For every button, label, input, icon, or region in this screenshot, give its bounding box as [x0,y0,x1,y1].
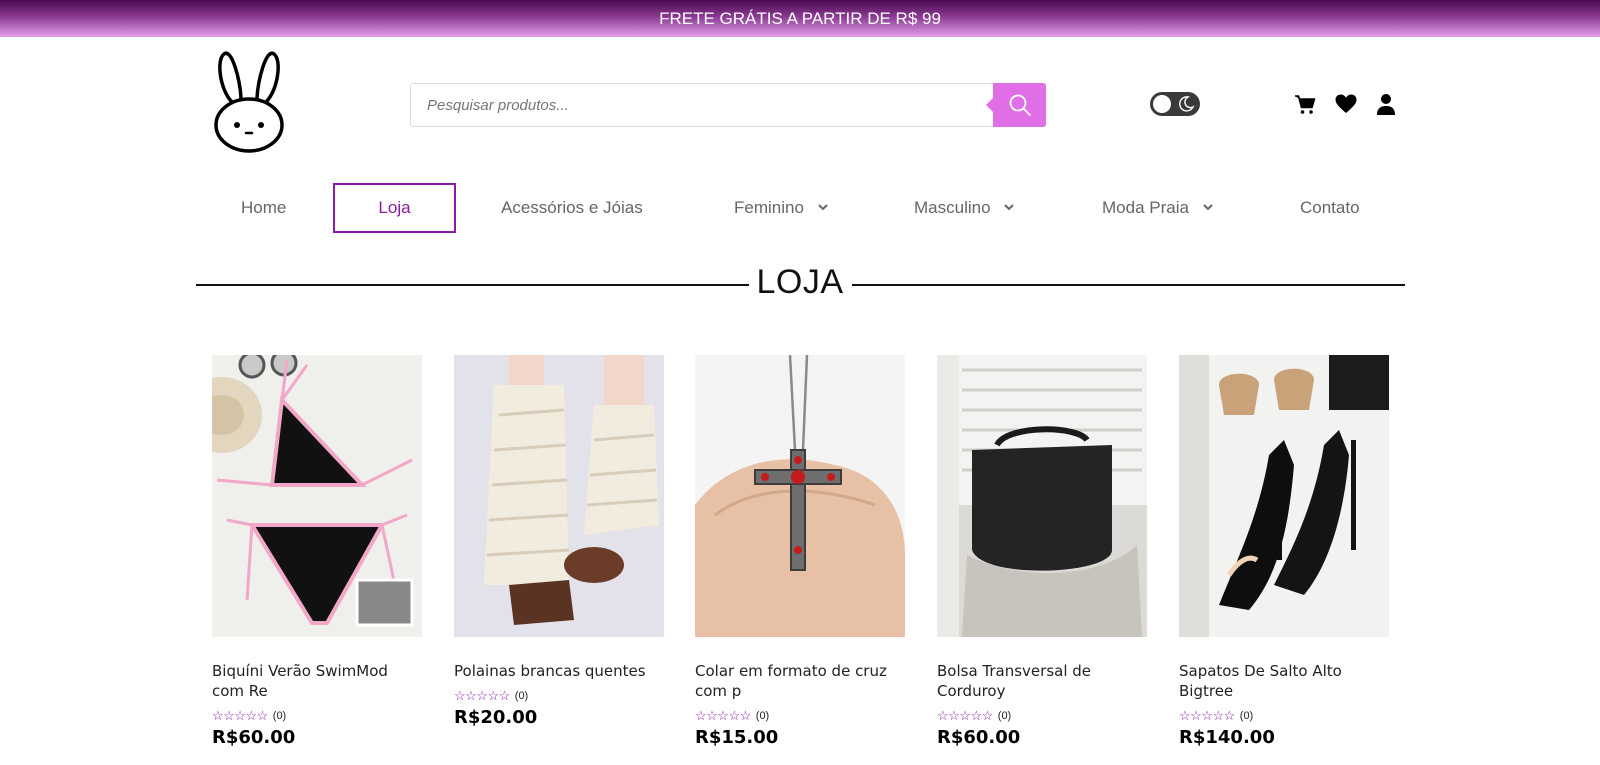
nav-item-feminino[interactable]: Feminino [734,183,828,233]
product-price: R$60.00 [212,727,296,748]
page-title: LOJA [756,263,844,301]
product-rating: ☆☆☆☆☆ (0) [937,708,1147,724]
bunny-logo[interactable] [210,50,288,154]
product-price: R$60.00 [937,727,1021,748]
heading-divider-right [852,284,1405,286]
product-card: Polainas brancas quentes ☆☆☆☆☆ (0) R$20.… [454,355,664,728]
product-rating: ☆☆☆☆☆ (0) [695,708,905,724]
product-rating: ☆☆☆☆☆ (0) [212,708,422,724]
rating-count: (0) [272,710,287,722]
search-icon [1009,94,1031,116]
search-input[interactable] [411,84,993,126]
product-card: Colar em formato de cruz com p ☆☆☆☆☆ (0)… [695,355,905,748]
nav-label: Home [241,198,287,217]
star-rating-icon: ☆☆☆☆☆ [695,708,751,723]
star-rating-icon: ☆☆☆☆☆ [212,708,268,723]
search-bar [410,83,1046,127]
chevron-down-icon [1202,204,1213,211]
product-image-heels[interactable] [1179,355,1389,637]
product-card: Sapatos De Salto Alto Bigtree ☆☆☆☆☆ (0) … [1179,355,1389,748]
nav-item-contato[interactable]: Contato [1300,183,1360,233]
product-rating: ☆☆☆☆☆ (0) [1179,708,1389,724]
nav-item-acessorios[interactable]: Acessórios e Jóias [501,183,643,233]
nav-label: Masculino [914,198,991,217]
main-nav: Home Loja Acessórios e Jóias Feminino Ma… [0,183,1600,233]
nav-label: Acessórios e Jóias [501,198,643,217]
chevron-down-icon [1004,204,1014,211]
theme-toggle[interactable] [1150,92,1200,116]
product-price: R$140.00 [1179,727,1275,748]
nav-item-masculino[interactable]: Masculino [914,183,1014,233]
product-title[interactable]: Colar em formato de cruz com p [695,661,905,701]
star-rating-icon: ☆☆☆☆☆ [1179,708,1235,723]
product-price: R$20.00 [454,707,538,728]
star-rating-icon: ☆☆☆☆☆ [454,688,510,703]
heart-icon[interactable] [1334,92,1360,118]
moon-icon [1179,96,1195,112]
product-title[interactable]: Biquíni Verão SwimMod com Re [212,661,422,701]
product-image-bikini[interactable] [212,355,422,637]
nav-label: Feminino [734,198,804,217]
chevron-down-icon [817,204,828,211]
product-image-leg-warmers[interactable] [454,355,664,637]
nav-item-loja[interactable]: Loja [333,183,456,233]
nav-item-home[interactable]: Home [241,183,286,233]
nav-item-moda-praia[interactable]: Moda Praia [1102,183,1213,233]
product-title[interactable]: Bolsa Transversal de Corduroy [937,661,1147,701]
star-rating-icon: ☆☆☆☆☆ [937,708,993,723]
search-button[interactable] [986,83,1046,127]
nav-label: Contato [1300,198,1360,217]
rating-count: (0) [514,690,529,702]
product-image-corduroy-bag[interactable] [937,355,1147,637]
toggle-knob [1153,95,1171,113]
product-title[interactable]: Polainas brancas quentes [454,661,664,681]
announcement-text: FRETE GRÁTIS A PARTIR DE R$ 99 [659,9,941,28]
rating-count: (0) [997,710,1012,722]
product-card: Bolsa Transversal de Corduroy ☆☆☆☆☆ (0) … [937,355,1147,748]
nav-label: Moda Praia [1102,198,1189,217]
rating-count: (0) [1239,710,1254,722]
nav-label: Loja [378,198,411,217]
product-title[interactable]: Sapatos De Salto Alto Bigtree [1179,661,1389,701]
heading-divider-left [196,284,749,286]
cart-icon[interactable] [1293,92,1319,118]
rating-count: (0) [755,710,770,722]
product-card: Biquíni Verão SwimMod com Re ☆☆☆☆☆ (0) R… [212,355,422,748]
product-image-cross-necklace[interactable] [695,355,905,637]
product-rating: ☆☆☆☆☆ (0) [454,688,664,704]
product-price: R$15.00 [695,727,779,748]
user-icon[interactable] [1374,92,1400,118]
announcement-bar: FRETE GRÁTIS A PARTIR DE R$ 99 [0,0,1600,37]
